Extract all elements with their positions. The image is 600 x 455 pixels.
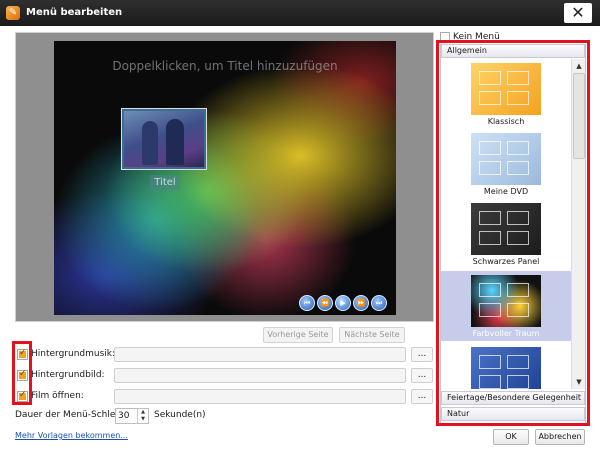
title-bar: ✎ Menü bearbeiten ✕ — [0, 0, 600, 26]
open-movie-row: ✓ Film öffnen: ... — [15, 389, 435, 405]
previous-page-button[interactable]: Vorherige Seite — [263, 327, 333, 343]
rewind-button[interactable]: ⏪ — [317, 295, 333, 311]
template-thumbnail — [471, 63, 541, 115]
template-item[interactable]: Schwarzes Panel — [441, 199, 571, 269]
template-thumbnail — [471, 133, 541, 185]
background-image-label: Hintergrundbild: — [31, 370, 105, 380]
template-name: Meine DVD — [483, 187, 529, 196]
play-button[interactable]: ▶ — [335, 295, 351, 311]
template-name: Farbvoller Traum — [472, 329, 540, 338]
loop-duration-label: Dauer der Menü-Schleife: — [15, 410, 130, 420]
template-item[interactable] — [441, 343, 571, 389]
category-nature[interactable]: Natur — [441, 407, 585, 421]
open-movie-field[interactable] — [114, 389, 406, 404]
background-music-field[interactable] — [114, 347, 406, 362]
template-item[interactable]: Meine DVD — [441, 129, 571, 199]
menu-preview-canvas[interactable]: Doppelklicken, um Titel hinzuzufügen Tit… — [54, 41, 396, 315]
background-music-label: Hintergrundmusik: — [31, 349, 116, 359]
category-general[interactable]: Allgemein — [441, 44, 585, 58]
template-item-selected[interactable]: Farbvoller Traum — [441, 271, 571, 341]
template-scrollbar[interactable]: ▲ ▼ — [571, 59, 585, 389]
cancel-button[interactable]: Abbrechen — [535, 429, 585, 445]
scroll-thumb[interactable] — [573, 73, 585, 159]
stepper-arrows-icon[interactable]: ▲ ▼ — [137, 409, 148, 423]
more-templates-link[interactable]: Mehr Vorlagen bekommen... — [15, 431, 128, 440]
template-name: Schwarzes Panel — [472, 257, 540, 266]
thumbnail-image — [124, 111, 204, 167]
template-thumbnail — [471, 347, 541, 389]
window-title: Menü bearbeiten — [26, 7, 123, 18]
background-image-checkbox[interactable]: ✓ — [17, 369, 28, 381]
title-caption[interactable]: Titel — [150, 175, 180, 190]
template-gallery: Klassisch Meine DVD Schwarzes Panel Farb… — [441, 59, 571, 389]
menu-preview-frame: Doppelklicken, um Titel hinzuzufügen Tit… — [15, 32, 434, 322]
template-item[interactable]: Klassisch — [441, 59, 571, 129]
preview-hint-text: Doppelklicken, um Titel hinzuzufügen — [112, 59, 338, 73]
scroll-down-icon[interactable]: ▼ — [573, 376, 585, 388]
open-movie-browse-button[interactable]: ... — [411, 389, 433, 404]
background-music-row: ✓ Hintergrundmusik: ... — [15, 347, 435, 363]
loop-duration-value[interactable]: 30 — [118, 411, 129, 421]
background-music-checkbox[interactable]: ✓ — [17, 348, 28, 360]
background-image-field[interactable] — [114, 368, 406, 383]
background-music-browse-button[interactable]: ... — [411, 347, 433, 362]
first-chapter-button[interactable]: ⏮ — [299, 295, 315, 311]
open-movie-checkbox[interactable]: ✓ — [17, 390, 28, 402]
template-name: Klassisch — [487, 117, 525, 126]
template-thumbnail — [471, 275, 541, 327]
close-button[interactable]: ✕ — [564, 3, 592, 23]
no-menu-checkbox[interactable] — [440, 32, 450, 42]
next-page-button[interactable]: Nächste Seite — [339, 327, 405, 343]
last-chapter-button[interactable]: ⏭ — [371, 295, 387, 311]
playback-controls: ⏮ ⏪ ▶ ⏩ ⏭ — [299, 295, 387, 313]
app-icon: ✎ — [6, 6, 20, 20]
forward-button[interactable]: ⏩ — [353, 295, 369, 311]
title-thumbnail[interactable] — [121, 108, 207, 170]
template-thumbnail — [471, 203, 541, 255]
loop-duration-unit: Sekunde(n) — [154, 410, 206, 420]
category-holidays[interactable]: Feiertage/Besondere Gelegenheit — [441, 391, 585, 405]
ok-button[interactable]: OK — [493, 429, 529, 445]
background-image-browse-button[interactable]: ... — [411, 368, 433, 383]
no-menu-label: Kein Menü — [453, 32, 500, 42]
scroll-up-icon[interactable]: ▲ — [573, 60, 585, 72]
loop-duration-stepper[interactable]: 30 ▲ ▼ — [115, 408, 149, 424]
open-movie-label: Film öffnen: — [31, 391, 84, 401]
background-image-row: ✓ Hintergrundbild: ... — [15, 368, 435, 384]
